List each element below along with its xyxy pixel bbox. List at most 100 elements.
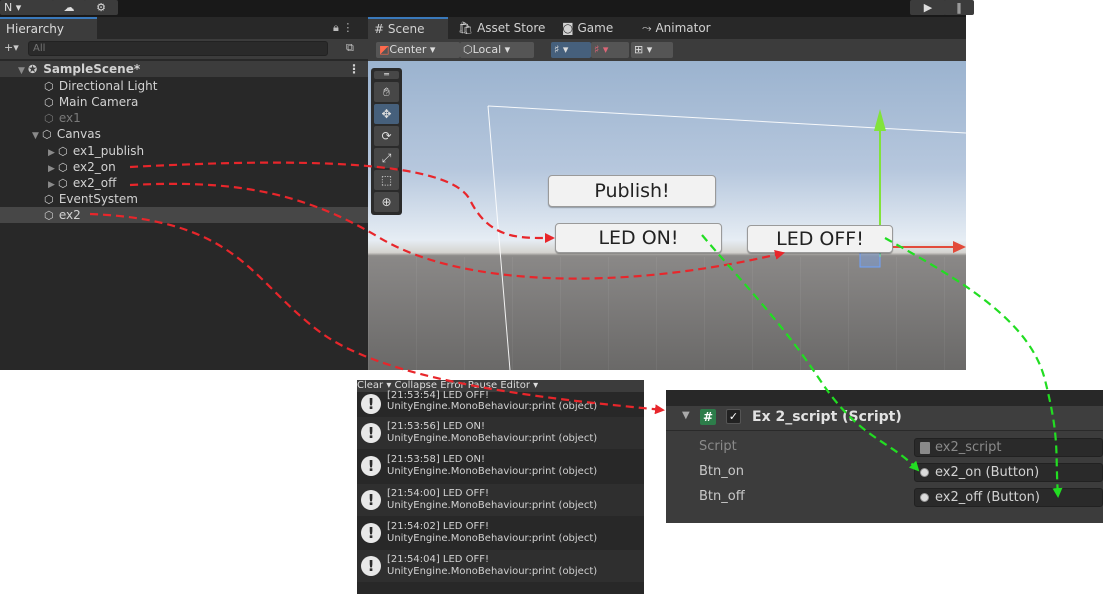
grid-icon: # [374,22,385,36]
expand-arrow-icon[interactable]: ▼ [18,63,28,79]
component-title: Ex 2_script (Script) [752,409,902,425]
btn-off-field[interactable]: ex2_off (Button) [914,488,1103,507]
field-label-script: Script [699,439,737,454]
tree-item-label: Directional Light [58,79,158,93]
pause-button[interactable]: ‖ [944,0,974,15]
expand-arrow-icon[interactable]: ▼ [32,128,42,144]
gameobject-icon: ⬡ [44,193,54,206]
account-dropdown[interactable]: N ▾ [0,0,54,15]
tab-game[interactable]: ◙ Game [556,17,619,39]
create-dropdown-icon[interactable]: +▾ [4,41,19,54]
log-source: UnityEngine.MonoBehaviour:print (object) [387,466,598,477]
tree-item-ex2-on[interactable]: ▶ ⬡ ex2_on [48,159,116,175]
btn-on-field-value: ex2_on (Button) [935,465,1040,480]
tab-animator[interactable]: ⤳ Animator [636,17,717,39]
tab-label: Asset Store [477,21,546,35]
tree-item-canvas[interactable]: ▼ ⬡ Canvas [32,126,101,142]
info-icon: ! [361,423,381,443]
tree-item-ex1[interactable]: ⬡ ex1 [44,110,81,126]
log-source: UnityEngine.MonoBehaviour:print (object) [387,433,598,444]
tree-item-label: ex2_off [72,176,117,190]
tree-item-eventsystem[interactable]: ⬡ EventSystem [44,191,138,207]
log-entry[interactable]: ! [21:53:56] LED ON! UnityEngine.MonoBeh… [357,417,644,449]
search-filter-icon[interactable]: ⧉ [346,41,354,55]
tree-item-directional-light[interactable]: ⬡ Directional Light [44,78,158,94]
move-tool-icon[interactable]: ✥ [374,104,399,124]
lock-icon[interactable]: 🔒︎ ⋮ [333,21,353,35]
log-entry[interactable]: ! [21:54:00] LED OFF! UnityEngine.MonoBe… [357,484,644,516]
transform-tools: ═ ✋︎ ✥ ⟳ ⤢ ⬚ ⊕ [371,68,402,215]
transform-tool-icon[interactable]: ⊕ [374,192,399,212]
publish-label: Publish! [594,180,670,202]
fold-arrow-icon[interactable]: ▼ [682,410,690,421]
log-entry[interactable]: ! [21:54:02] LED OFF! UnityEngine.MonoBe… [357,517,644,549]
hierarchy-panel: Hierarchy 🔒︎ ⋮ +▾ ⧉ ▼✪ SampleScene* ⋮ ⬡ … [0,17,368,370]
log-entry[interactable]: ! [21:53:58] LED ON! UnityEngine.MonoBeh… [357,450,644,482]
main-toolbar: N ▾ ☁ ⚙ ▶ ‖ [0,0,974,17]
led-off-label: LED OFF! [776,228,864,250]
pivot-icon: ◩ [379,43,390,56]
rect-tool-icon[interactable]: ⬚ [374,170,399,190]
log-entry[interactable]: ! [21:54:04] LED OFF! UnityEngine.MonoBe… [357,550,644,582]
component-header[interactable]: ▼ # ✓ Ex 2_script (Script) [666,406,1103,431]
log-entry[interactable]: ! [21:53:54] LED OFF! UnityEngine.MonoBe… [357,388,644,420]
tree-item-main-camera[interactable]: ⬡ Main Camera [44,94,138,110]
collab-icon[interactable]: ⚙ [84,0,118,15]
tree-item-samplescene[interactable]: ▼ ✪ SampleScene* ⋮ [0,61,368,77]
grid-snap-button[interactable]: ♯ ▾ [551,42,591,58]
log-source: UnityEngine.MonoBehaviour:print (object) [387,500,598,511]
info-icon: ! [361,490,381,510]
toolbar-handle-icon: ═ [374,71,399,79]
bag-icon: 🛍︎ [458,21,474,35]
info-icon: ! [361,556,381,576]
pivot-label: Center [389,43,427,56]
log-source: UnityEngine.MonoBehaviour:print (object) [387,401,598,412]
hierarchy-search-input[interactable] [28,41,328,56]
enabled-checkbox[interactable]: ✓ [726,409,741,424]
scene-name: SampleScene* [43,62,141,76]
gameobject-icon: ⬡ [58,145,68,158]
script-field[interactable]: ex2_script [914,438,1103,457]
scene-menu-icon[interactable]: ⋮ [348,61,360,77]
cloud-icon[interactable]: ☁ [52,0,86,15]
tree-item-label: EventSystem [58,192,138,206]
tab-label: Scene [387,22,425,36]
tab-hierarchy[interactable]: Hierarchy [0,17,97,39]
canvas-outline [487,105,966,370]
align-button[interactable]: ⊞ ▾ [631,42,673,58]
object-picker-icon[interactable] [920,493,929,502]
publish-ui-button[interactable]: Publish! [548,175,716,207]
tree-item-ex1-publish[interactable]: ▶ ⬡ ex1_publish [48,143,144,159]
unity-scene-icon: ✪ [28,63,38,76]
script-field-value: ex2_script [935,440,1002,455]
space-label: Local [472,43,502,56]
led-off-ui-button[interactable]: LED OFF! [747,225,893,253]
tab-asset-store[interactable]: 🛍︎ Asset Store [452,17,551,39]
btn-on-field[interactable]: ex2_on (Button) [914,463,1103,482]
hand-tool-icon[interactable]: ✋︎ [374,82,399,102]
script-hash-icon: # [700,409,716,425]
info-icon: ! [361,394,381,414]
tab-scene[interactable]: # Scene [368,17,448,39]
tree-item-ex2[interactable]: ⬡ ex2 [0,207,368,223]
info-icon: ! [361,456,381,476]
increment-snap-button[interactable]: ♯ ▾ [591,42,629,58]
cube-icon: ⬡ [463,43,473,56]
gameobject-icon: ⬡ [42,128,52,141]
led-on-ui-button[interactable]: LED ON! [555,223,722,253]
play-button[interactable]: ▶ [910,0,946,15]
object-picker-icon[interactable] [920,468,929,477]
tree-item-label: ex2 [58,208,81,222]
tree-item-label: ex1 [58,111,81,125]
log-message: [21:53:58] LED ON! [387,454,486,465]
log-message: [21:54:00] LED OFF! [387,488,490,499]
pivot-center-dropdown[interactable]: ◩Center ▾ [376,42,460,58]
rotate-tool-icon[interactable]: ⟳ [374,126,399,146]
scale-tool-icon[interactable]: ⤢ [374,148,399,168]
gameobject-icon: ⬡ [58,161,68,174]
scene-viewport[interactable]: ═ ✋︎ ✥ ⟳ ⤢ ⬚ ⊕ Publish! LED ON! LED OFF! [368,61,966,370]
tree-item-ex2-off[interactable]: ▶ ⬡ ex2_off [48,175,116,191]
space-local-dropdown[interactable]: ⬡Local ▾ [460,42,534,58]
console-panel: Clear ▾ Collapse Error Pause Editor ▾ ! … [357,380,644,594]
gameobject-icon: ⬡ [44,209,54,222]
